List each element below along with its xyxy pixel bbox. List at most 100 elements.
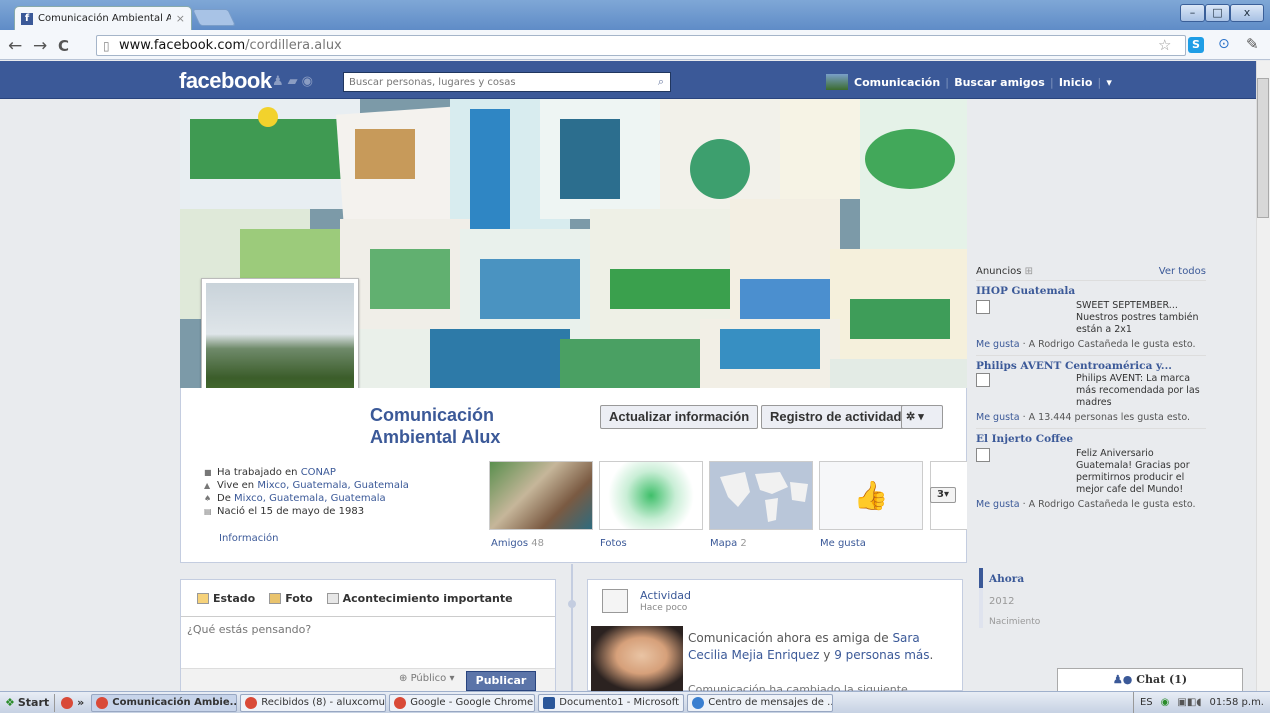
reload-button[interactable]: C [58, 37, 69, 55]
tab-life-event[interactable]: Acontecimiento importante [326, 592, 513, 605]
language-indicator[interactable]: ES [1140, 697, 1153, 708]
taskbar-item[interactable]: Google - Google Chrome [389, 693, 536, 712]
clock[interactable]: 01:58 p.m. [1210, 697, 1264, 708]
new-tab-button[interactable] [192, 9, 236, 26]
chat-bar[interactable]: ♟● Chat (1) [1057, 668, 1243, 691]
back-button[interactable]: ← [8, 36, 22, 56]
quicklaunch-more-icon[interactable]: » [77, 696, 84, 709]
work-icon: ■ [204, 468, 212, 477]
start-button[interactable]: ❖ Start [0, 693, 56, 712]
gear-menu-button[interactable]: ✲ ▾ [901, 405, 943, 429]
ad-social: Me gusta · A 13.444 personas les gusta e… [976, 412, 1206, 424]
activity-log-button[interactable]: Registro de actividad [761, 405, 911, 429]
info-link[interactable]: CONAP [301, 467, 336, 478]
ad-item[interactable]: El Injerto Coffee Feliz Aniversario Guat… [976, 433, 1206, 511]
taskbar-item-label: Centro de mensajes de ... [708, 697, 834, 708]
address-bar[interactable]: ▯ www.facebook.com/cordillera.alux [96, 35, 1186, 56]
page-icon: ▯ [103, 39, 110, 53]
ad-image-icon[interactable] [976, 300, 990, 314]
tab-close-icon[interactable]: × [176, 12, 185, 25]
ad-like-link[interactable]: Me gusta [976, 499, 1020, 510]
maximize-button[interactable]: □ [1205, 4, 1230, 22]
ad-item[interactable]: Philips AVENT Centroamérica y... Philips… [976, 360, 1206, 429]
nav-page-link[interactable]: Comunicación [854, 76, 940, 89]
hometown-icon: ♠ [204, 494, 212, 503]
status-icon [197, 593, 209, 604]
ad-image-icon[interactable] [976, 373, 990, 387]
tile-friends-label: Amigos [491, 538, 529, 549]
taskbar-item[interactable]: Comunicación Ambie... [91, 693, 238, 712]
ad-like-link[interactable]: Me gusta [976, 339, 1020, 350]
ad-social: Me gusta · A Rodrigo Castañeda le gusta … [976, 499, 1206, 511]
tab-status-label: Estado [213, 592, 256, 605]
ad-body: Feliz Aniversario Guatemala! Gracias por… [976, 448, 1206, 496]
others-link[interactable]: 9 personas más [834, 648, 929, 662]
timeline-nav-year[interactable]: 2012 [989, 596, 1014, 607]
taskbar-item[interactable]: Recibidos (8) - aluxcomu... [240, 693, 387, 712]
tile-label-photos[interactable]: Fotos [600, 538, 627, 549]
messenger-icon [692, 696, 705, 709]
taskbar-item[interactable]: Documento1 - Microsoft ... [538, 693, 685, 712]
ads-icon: ⊞ [1024, 266, 1034, 277]
like-thumb-icon[interactable]: 👍 [819, 461, 923, 530]
taskbar-item[interactable]: Centro de mensajes de ... [687, 693, 834, 712]
ad-text: Feliz Aniversario Guatemala! Gracias por… [1076, 448, 1190, 495]
ad-item[interactable]: IHOP Guatemala SWEET SEPTEMBER... Nuestr… [976, 285, 1206, 356]
ad-image-icon[interactable] [976, 448, 990, 462]
account-menu-chevron-icon[interactable]: ▾ [1106, 76, 1112, 89]
timeline-nav-birth[interactable]: Nacimiento [989, 617, 1040, 627]
tab-photo-label: Foto [285, 592, 313, 605]
star-icon[interactable]: ☆ [1158, 36, 1171, 54]
wrench-icon[interactable]: ✎ [1246, 35, 1259, 53]
info-text: Ha trabajado en [217, 467, 301, 478]
notifications-icon[interactable]: ◉ [302, 74, 317, 89]
search-icon[interactable]: ⌕ [658, 75, 664, 89]
see-all-ads-link[interactable]: Ver todos [1159, 266, 1206, 277]
search-input[interactable]: Buscar personas, lugares y cosas ⌕ [343, 72, 671, 92]
friend-requests-icon[interactable]: ♟ [272, 74, 288, 89]
ad-social-text: · A Rodrigo Castañeda le gusta esto. [1019, 499, 1196, 510]
tab-photo[interactable]: Foto [269, 592, 313, 605]
more-tiles-button[interactable]: 3▾ [930, 487, 956, 503]
ad-like-link[interactable]: Me gusta [976, 412, 1020, 423]
publish-button[interactable]: Publicar [466, 671, 536, 691]
nav-find-friends[interactable]: Buscar amigos [954, 76, 1045, 89]
activity-text-mid: y [819, 648, 835, 662]
browser-tab[interactable]: f Comunicación Ambiental Alux × [14, 6, 192, 30]
map-tile[interactable] [709, 461, 813, 530]
status-composer: Estado Foto Acontecimiento importante ⊕ … [180, 579, 556, 692]
minimize-button[interactable]: – [1180, 4, 1205, 22]
friends-tile[interactable] [489, 461, 593, 530]
chrome-icon [394, 696, 407, 709]
info-row-lives: ▲ Vive en Mixco, Guatemala, Guatemala [204, 479, 409, 492]
tile-label-map[interactable]: Mapa 2 [710, 538, 747, 549]
timeline-nav-now[interactable]: Ahora [989, 573, 1024, 585]
tile-label-friends[interactable]: Amigos 48 [491, 538, 544, 549]
scrollbar-thumb[interactable] [1257, 78, 1269, 218]
ad-title[interactable]: IHOP Guatemala [976, 285, 1206, 297]
photos-tile[interactable] [599, 461, 703, 530]
network-volume-icons[interactable]: ▣◧◖ [1177, 697, 1201, 708]
extension-icon[interactable]: ⊙ [1218, 36, 1230, 52]
tile-label-likes[interactable]: Me gusta [820, 538, 866, 549]
update-info-button[interactable]: Actualizar información [600, 405, 759, 429]
tray-status-icon[interactable]: ◉ [1161, 697, 1170, 708]
chrome-quicklaunch-icon[interactable] [61, 696, 74, 709]
messages-icon[interactable]: ▰ [288, 74, 302, 89]
friend-photo[interactable] [591, 626, 683, 692]
ad-title[interactable]: Philips AVENT Centroamérica y... [976, 360, 1206, 372]
info-link[interactable]: Mixco, Guatemala, Guatemala [257, 480, 409, 491]
info-link[interactable]: Mixco, Guatemala, Guatemala [234, 493, 386, 504]
forward-button[interactable]: → [33, 36, 47, 56]
info-link-about[interactable]: Información [219, 533, 278, 544]
nav-home[interactable]: Inicio [1059, 76, 1093, 89]
facebook-logo[interactable]: facebook [179, 68, 272, 94]
tab-status[interactable]: Estado [197, 592, 255, 605]
ad-title[interactable]: El Injerto Coffee [976, 433, 1206, 445]
skype-extension-icon[interactable]: S [1188, 37, 1204, 53]
privacy-selector[interactable]: ⊕ Público ▾ [399, 673, 454, 684]
close-window-button[interactable]: x [1230, 4, 1264, 22]
page-avatar[interactable] [826, 74, 848, 90]
activity-title[interactable]: Actividad [640, 589, 691, 602]
status-input[interactable] [181, 616, 555, 666]
